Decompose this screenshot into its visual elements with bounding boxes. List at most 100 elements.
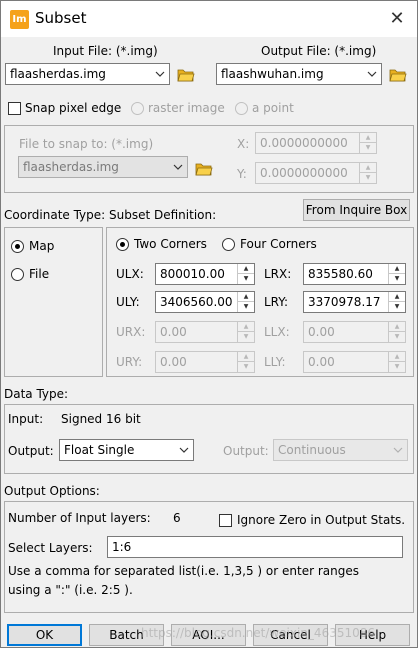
- lrx-field[interactable]: 835580.60 ▲ ▼: [303, 263, 406, 285]
- spinner[interactable]: ▲ ▼: [388, 292, 405, 312]
- output-options-label: Output Options:: [4, 484, 100, 498]
- snap-y-field[interactable]: 0.0000000000 ▲ ▼: [255, 162, 377, 184]
- snap-x-label: X:: [237, 137, 250, 151]
- output-file-label: Output File: (*.img): [261, 44, 377, 58]
- four-corners-radio[interactable]: [222, 238, 235, 251]
- lry-field[interactable]: 3370978.17 ▲ ▼: [303, 291, 406, 313]
- four-corners-label: Four Corners: [240, 237, 317, 251]
- chevron-down-icon: [367, 71, 377, 77]
- snap-y-value: 0.0000000000: [260, 166, 348, 180]
- help-text-line2: using a ":" (i.e. 2:5 ).: [8, 583, 133, 597]
- coordinate-type-label: Coordinate Type:: [4, 208, 106, 222]
- select-layers-value: 1:6: [112, 540, 132, 554]
- ury-field[interactable]: 0.00 ▲ ▼: [155, 351, 255, 373]
- ignore-zero-label: Ignore Zero in Output Stats.: [237, 513, 406, 527]
- folder-open-icon[interactable]: [177, 67, 195, 83]
- file-label: File: [29, 267, 50, 281]
- snap-pixel-edge-checkbox[interactable]: [8, 102, 21, 115]
- help-text-line1: Use a comma for separated list(i.e. 1,3,…: [8, 564, 359, 578]
- a-point-radio[interactable]: [235, 102, 248, 115]
- a-point-label: a point: [252, 101, 294, 115]
- ok-button[interactable]: OK: [7, 624, 82, 646]
- num-input-layers-value: 6: [173, 511, 181, 525]
- snap-file-value: flaasherdas.img: [23, 160, 119, 174]
- ulx-value: 800010.00: [160, 267, 225, 281]
- spinner[interactable]: ▲ ▼: [237, 292, 254, 312]
- subset-definition-label: Subset Definition:: [109, 208, 217, 222]
- llx-field[interactable]: 0.00 ▲ ▼: [303, 321, 406, 343]
- num-input-layers-label: Number of Input layers:: [8, 511, 151, 525]
- raster-image-label: raster image: [148, 101, 225, 115]
- snap-x-value: 0.0000000000: [260, 136, 348, 150]
- input-file-value: flaasherdas.img: [10, 67, 106, 81]
- spinner[interactable]: ▲ ▼: [237, 322, 254, 342]
- watermark-text: https://blog.csdn.net/weixin_46351086: [141, 626, 376, 640]
- lly-label: LLY:: [264, 355, 286, 369]
- llx-label: LLX:: [264, 325, 290, 339]
- spinner[interactable]: ▲ ▼: [388, 352, 405, 372]
- output-file-value: flaashwuhan.img: [221, 67, 324, 81]
- close-icon[interactable]: ✕: [383, 5, 411, 33]
- select-layers-label: Select Layers:: [8, 541, 93, 555]
- lly-field[interactable]: 0.00 ▲ ▼: [303, 351, 406, 373]
- title-bar: Im Subset ✕: [1, 1, 417, 37]
- data-type-label: Data Type:: [4, 387, 69, 401]
- spinner[interactable]: ▲ ▼: [359, 133, 376, 153]
- lrx-label: LRX:: [264, 267, 292, 281]
- chevron-down-icon: [179, 447, 189, 453]
- lrx-value: 835580.60: [308, 267, 373, 281]
- lry-label: LRY:: [264, 295, 289, 309]
- snap-y-label: Y:: [237, 167, 247, 181]
- uly-label: ULY:: [116, 295, 140, 309]
- chevron-down-icon: [173, 164, 183, 170]
- spinner[interactable]: ▲ ▼: [237, 264, 254, 284]
- output-type-label: Output:: [8, 444, 54, 458]
- folder-open-icon[interactable]: [195, 161, 213, 177]
- window-title: Subset: [35, 9, 87, 27]
- output-file-combo[interactable]: flaashwuhan.img: [216, 63, 382, 85]
- output-type-value: Float Single: [64, 443, 135, 457]
- llx-value: 0.00: [308, 325, 335, 339]
- select-layers-input[interactable]: 1:6: [107, 536, 403, 558]
- snap-pixel-edge-label: Snap pixel edge: [25, 101, 122, 115]
- map-radio[interactable]: [11, 240, 24, 253]
- snap-x-field[interactable]: 0.0000000000 ▲ ▼: [255, 132, 377, 154]
- urx-label: URX:: [116, 325, 146, 339]
- file-radio[interactable]: [11, 268, 24, 281]
- input-type-label: Input:: [8, 412, 44, 426]
- spinner[interactable]: ▲ ▼: [388, 264, 405, 284]
- ulx-field[interactable]: 800010.00 ▲ ▼: [155, 263, 255, 285]
- from-inquire-box-button[interactable]: From Inquire Box: [303, 199, 410, 221]
- input-file-label: Input File: (*.img): [53, 44, 158, 58]
- chevron-down-icon: [393, 447, 403, 453]
- uly-field[interactable]: 3406560.00 ▲ ▼: [155, 291, 255, 313]
- ury-label: URY:: [116, 355, 143, 369]
- urx-field[interactable]: 0.00 ▲ ▼: [155, 321, 255, 343]
- map-label: Map: [29, 239, 55, 253]
- lly-value: 0.00: [308, 355, 335, 369]
- spinner[interactable]: ▲ ▼: [359, 163, 376, 183]
- snap-file-combo[interactable]: flaasherdas.img: [18, 156, 188, 178]
- spinner[interactable]: ▲ ▼: [388, 322, 405, 342]
- two-corners-label: Two Corners: [134, 237, 207, 251]
- ury-value: 0.00: [160, 355, 187, 369]
- lry-value: 3370978.17: [308, 295, 381, 309]
- urx-value: 0.00: [160, 325, 187, 339]
- input-type-value: Signed 16 bit: [61, 412, 141, 426]
- ignore-zero-checkbox[interactable]: [219, 514, 232, 527]
- subset-dialog: Im Subset ✕ Input File: (*.img) Output F…: [0, 0, 418, 648]
- ulx-label: ULX:: [116, 267, 144, 281]
- output-layer-type-combo[interactable]: Continuous: [273, 439, 408, 461]
- output-layer-type-label: Output:: [223, 444, 269, 458]
- output-layer-type-value: Continuous: [278, 443, 346, 457]
- input-file-combo[interactable]: flaasherdas.img: [5, 63, 170, 85]
- chevron-down-icon: [155, 71, 165, 77]
- app-icon: Im: [10, 10, 29, 29]
- spinner[interactable]: ▲ ▼: [237, 352, 254, 372]
- uly-value: 3406560.00: [160, 295, 233, 309]
- raster-image-radio[interactable]: [131, 102, 144, 115]
- folder-open-icon[interactable]: [389, 67, 407, 83]
- two-corners-radio[interactable]: [116, 238, 129, 251]
- output-type-combo[interactable]: Float Single: [59, 439, 194, 461]
- snap-file-label: File to snap to: (*.img): [19, 137, 154, 151]
